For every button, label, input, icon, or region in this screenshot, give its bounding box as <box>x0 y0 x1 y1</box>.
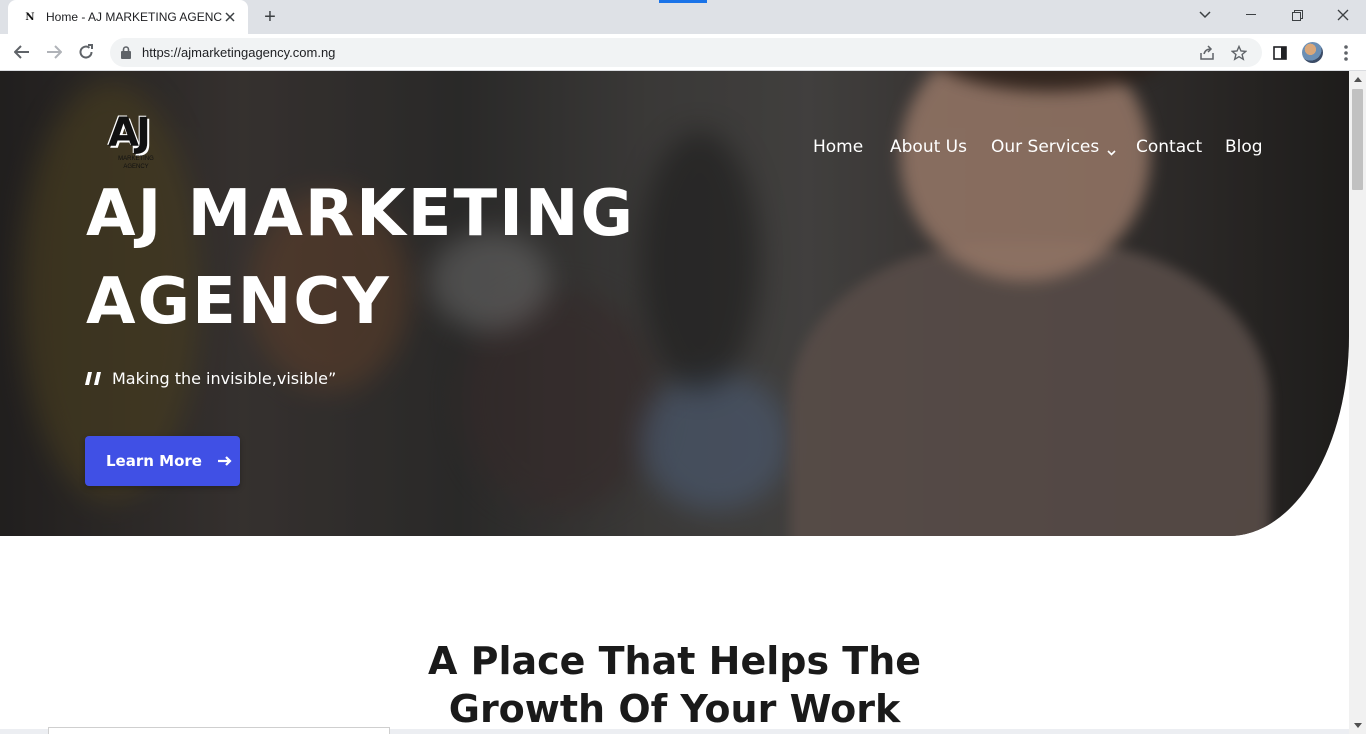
nav-link-label: Blog <box>1225 137 1263 157</box>
star-icon[interactable] <box>1230 44 1248 62</box>
chevron-down-icon <box>1107 143 1116 156</box>
side-panel-icon[interactable] <box>1268 41 1292 65</box>
tab-strip: N Home - AJ MARKETING AGENCY + <box>0 0 1366 34</box>
nav-item-blog[interactable]: Blog <box>1225 135 1263 159</box>
site-logo[interactable]: AJ MARKETING AGENCY <box>108 111 164 177</box>
profile-avatar[interactable] <box>1302 42 1323 63</box>
section-title-line1: A Place That Helps The <box>427 639 922 683</box>
learn-more-label: Learn More <box>106 452 202 470</box>
new-tab-button[interactable]: + <box>258 5 282 29</box>
forward-arrow-icon[interactable] <box>40 38 68 66</box>
hero-tagline: Making the invisible,visible” <box>84 369 336 388</box>
tagline-text: Making the invisible,visible” <box>112 369 337 388</box>
nav-link-label: Contact <box>1136 137 1203 157</box>
close-icon[interactable] <box>1320 0 1366 30</box>
nav-link-label: Home <box>813 137 864 157</box>
back-arrow-icon[interactable] <box>8 38 36 66</box>
quote-icon <box>84 372 104 386</box>
learn-more-button[interactable]: Learn More <box>85 436 240 486</box>
share-icon[interactable] <box>1198 44 1216 62</box>
scroll-down-arrow-icon[interactable] <box>1353 721 1362 730</box>
section-title-line2: Growth Of Your Work <box>448 687 901 731</box>
page-viewport: AJ MARKETING AGENCY Home About Us Our Se… <box>0 71 1349 734</box>
logo-mark: AJ <box>108 110 151 156</box>
hero-headline-line1: AJ MARKETING <box>86 177 635 251</box>
nav-item-contact[interactable]: Contact <box>1136 135 1202 159</box>
lock-icon[interactable] <box>120 46 132 60</box>
hero-headline-line2: AGENCY <box>86 265 391 339</box>
nav-link-label: Our Services <box>991 137 1100 157</box>
tab-close-icon[interactable] <box>222 9 238 25</box>
tab-search-chevron-icon[interactable] <box>1182 0 1228 30</box>
tab-title: Home - AJ MARKETING AGENCY <box>46 10 222 24</box>
nav-item-about[interactable]: About Us <box>890 135 967 159</box>
bottom-panel <box>48 727 390 734</box>
scroll-up-arrow-icon[interactable] <box>1353 75 1362 84</box>
hero-section: AJ MARKETING AGENCY Home About Us Our Se… <box>0 71 1349 536</box>
menu-kebab-icon[interactable] <box>1334 41 1358 65</box>
section-title: A Place That Helps The Growth Of Your Wo… <box>0 637 1349 733</box>
scroll-thumb[interactable] <box>1352 89 1363 190</box>
vertical-scrollbar[interactable] <box>1349 71 1366 734</box>
nav-link-label: About Us <box>890 137 967 157</box>
address-bar[interactable]: https://ajmarketingagency.com.ng <box>110 38 1262 67</box>
tab-strip-accent <box>659 0 707 3</box>
active-tab[interactable]: N Home - AJ MARKETING AGENCY <box>8 0 248 34</box>
restore-icon[interactable] <box>1274 0 1320 30</box>
nav-item-services[interactable]: Our Services <box>991 135 1116 159</box>
favicon-icon: N <box>25 11 35 23</box>
nav-item-home[interactable]: Home <box>813 135 863 159</box>
url-text: https://ajmarketingagency.com.ng <box>142 45 336 60</box>
logo-subtitle: MARKETING AGENCY <box>118 156 154 170</box>
reload-icon[interactable] <box>72 38 100 66</box>
browser-toolbar: https://ajmarketingagency.com.ng <box>0 34 1366 71</box>
arrow-right-icon <box>217 456 232 466</box>
minimize-icon[interactable] <box>1228 0 1274 30</box>
